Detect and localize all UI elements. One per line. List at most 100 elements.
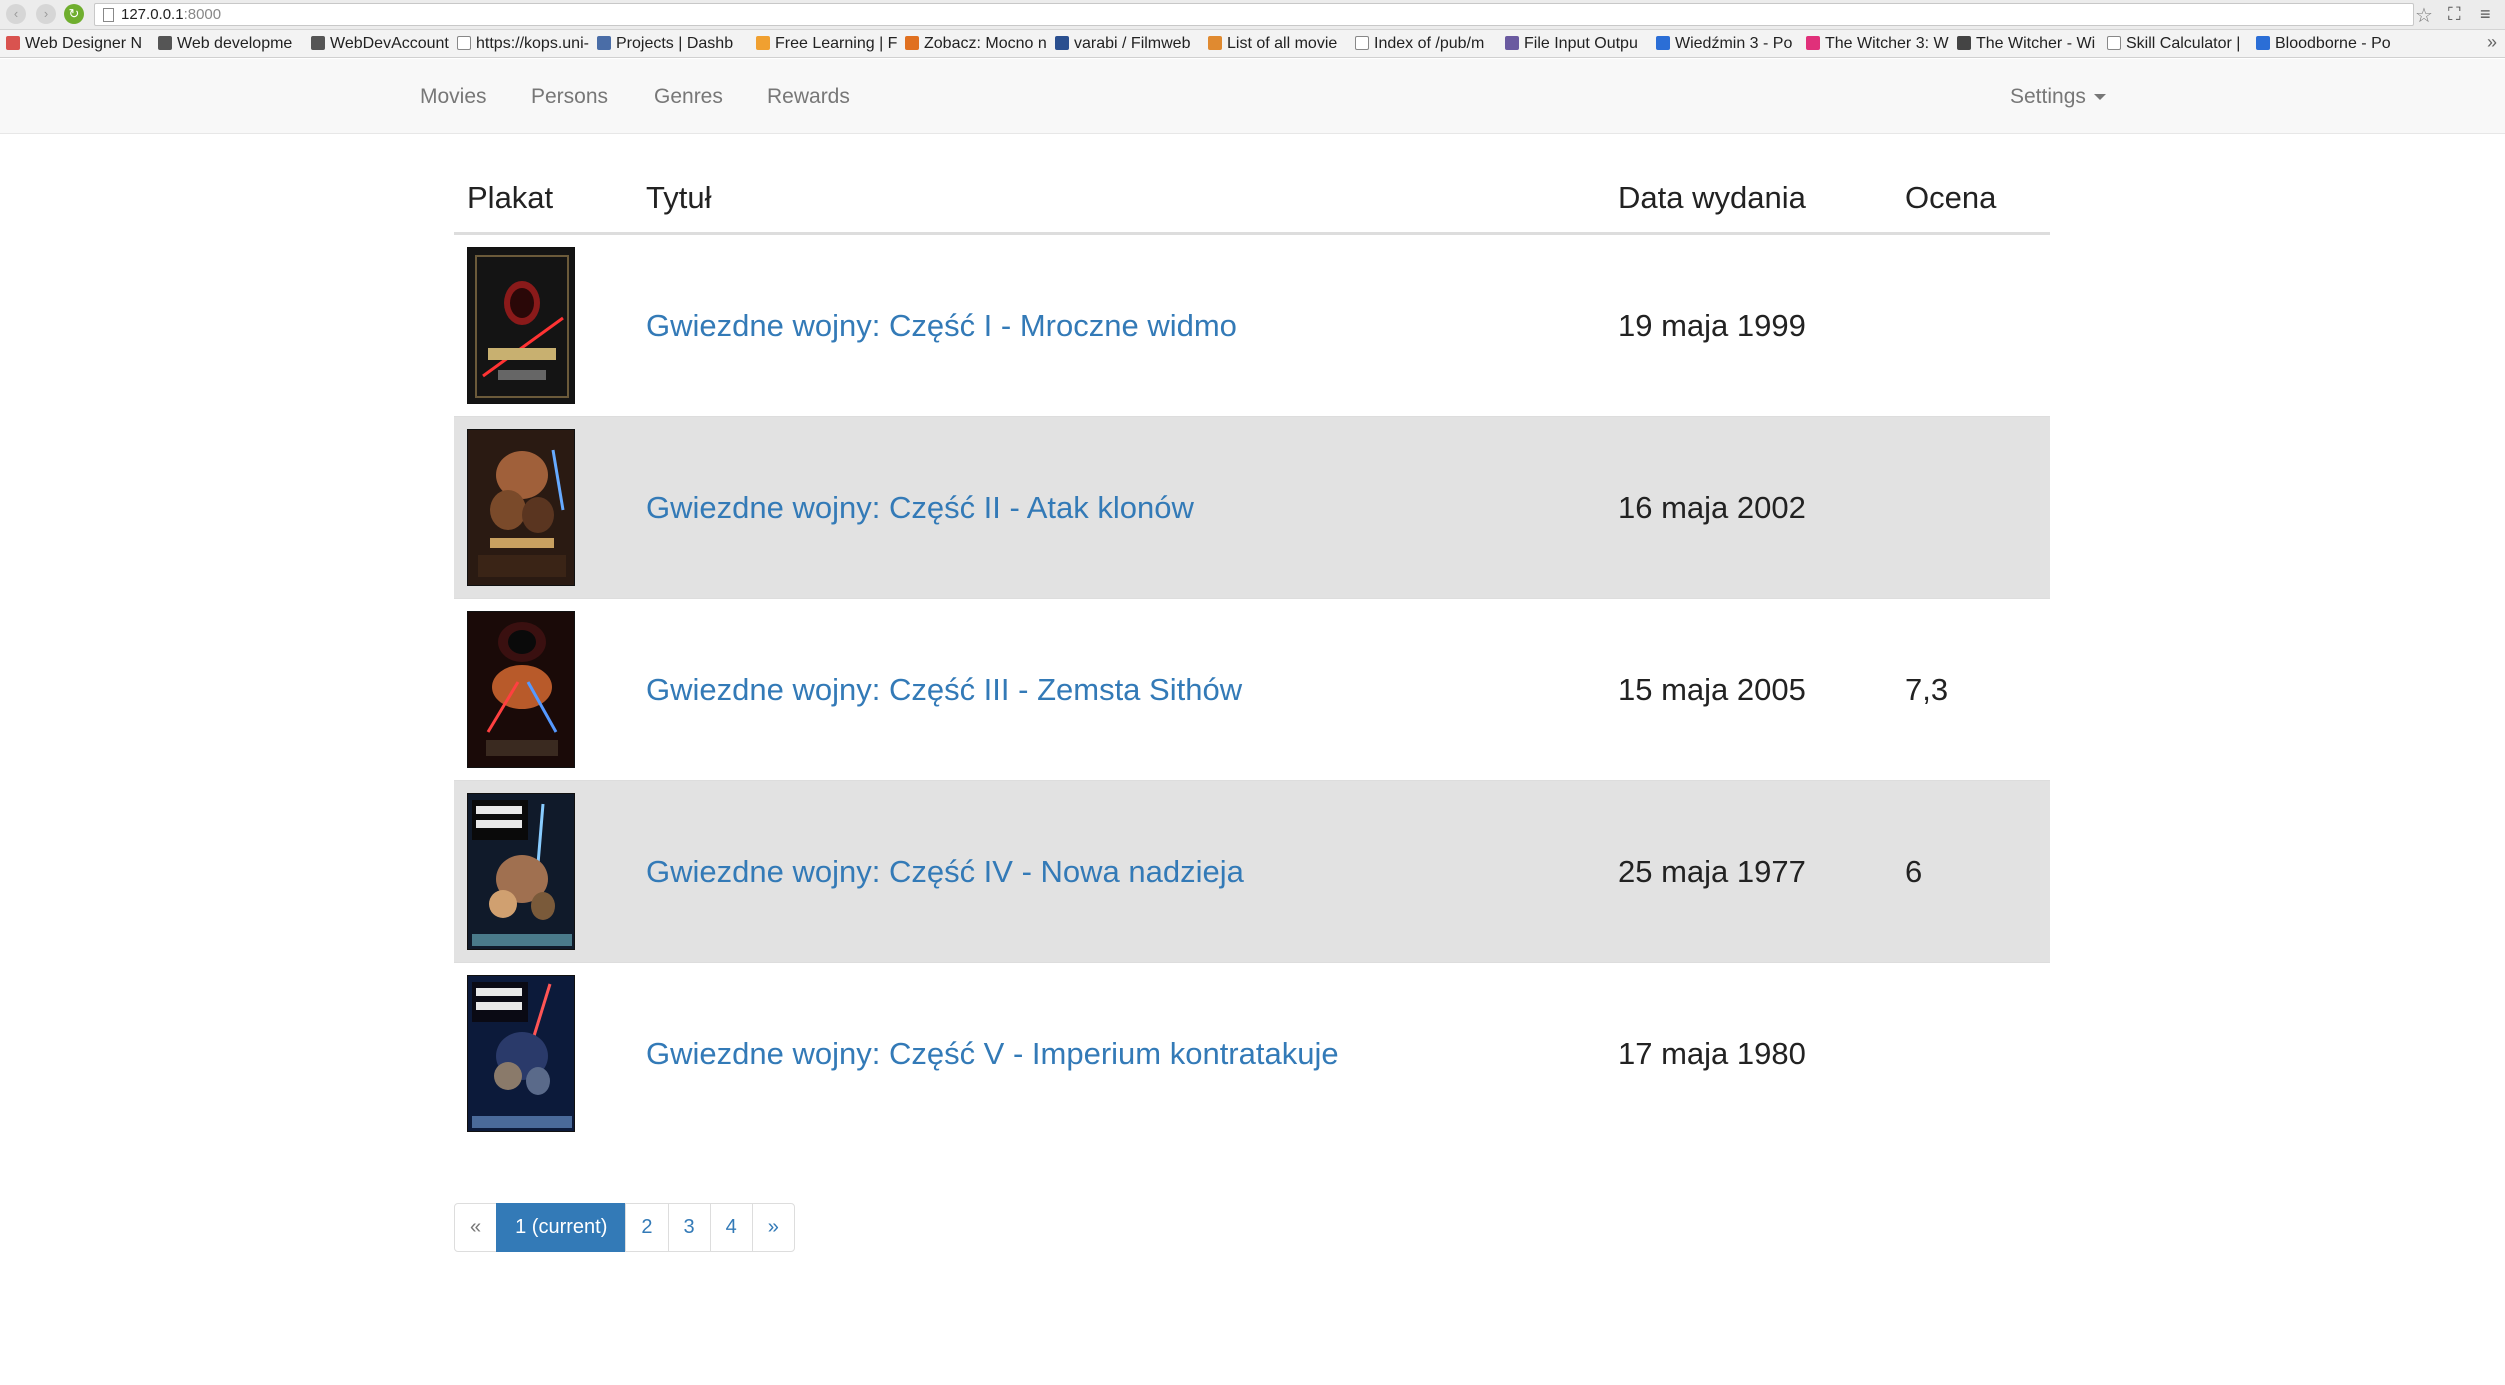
bookmark-label: https://kops.uni-: [476, 35, 589, 52]
table-row: Gwiezdne wojny: Część V - Imperium kontr…: [454, 962, 2050, 1144]
bookmark-favicon-icon: [1957, 36, 1971, 50]
url-port: :8000: [183, 6, 222, 23]
movie-title-link[interactable]: Gwiezdne wojny: Część I - Mroczne widmo: [646, 235, 1237, 417]
bookmark-label: File Input Outpu: [1524, 35, 1638, 52]
bookmark-item[interactable]: Index of /pub/m: [1355, 34, 1497, 54]
release-date: 16 maja 2002: [1618, 490, 1806, 525]
page-icon: [103, 8, 114, 22]
settings-dropdown[interactable]: Settings: [2010, 59, 2106, 134]
bookmark-label: The Witcher 3: W: [1825, 35, 1949, 52]
bookmark-favicon-icon: [1505, 36, 1519, 50]
nav-movies[interactable]: Movies: [420, 59, 487, 134]
nav-rewards[interactable]: Rewards: [767, 59, 850, 134]
bookmark-item[interactable]: WebDevAccount: [311, 34, 449, 54]
fullscreen-icon[interactable]: ⛶: [2448, 4, 2461, 25]
bookmark-label: List of all movie: [1227, 35, 1338, 52]
bookmark-label: Web Designer N: [25, 35, 143, 52]
bookmark-label: Skill Calculator |: [2126, 35, 2241, 52]
bookmark-item[interactable]: The Witcher 3: W: [1806, 34, 1949, 54]
pagination-page[interactable]: 2: [625, 1203, 669, 1252]
poster-image[interactable]: [467, 611, 575, 768]
bookmark-star-icon[interactable]: ☆: [2415, 3, 2433, 28]
bookmark-label: The Witcher - Wi: [1976, 35, 2096, 52]
bookmark-item[interactable]: Web Designer N: [6, 34, 150, 54]
nav-persons[interactable]: Persons: [531, 59, 608, 134]
table-row: Gwiezdne wojny: Część IV - Nowa nadzieja…: [454, 780, 2050, 962]
forward-icon[interactable]: ›: [36, 4, 56, 24]
bookmark-item[interactable]: Zobacz: Mocno n: [905, 34, 1047, 54]
header-release-date: Data wydania: [1618, 180, 1806, 215]
bookmark-favicon-icon: [2256, 36, 2270, 50]
browser-toolbar: ‹ › ↻ 127.0.0.1:8000 ☆ ⛶ ≡: [0, 0, 2505, 30]
rating: 7,3: [1905, 672, 1949, 707]
pagination-next[interactable]: »: [751, 1203, 795, 1252]
bookmark-label: WebDevAccount: [330, 35, 449, 52]
bookmark-label: Zobacz: Mocno n: [924, 35, 1047, 52]
bookmark-item[interactable]: List of all movie: [1208, 34, 1347, 54]
release-date: 17 maja 1980: [1618, 1036, 1806, 1071]
release-date: 19 maja 1999: [1618, 308, 1806, 343]
back-icon[interactable]: ‹: [6, 4, 26, 24]
rating: 6: [1905, 854, 1923, 889]
bookmarks-overflow-icon[interactable]: »: [2487, 32, 2497, 53]
menu-icon[interactable]: ≡: [2480, 4, 2491, 25]
table-row: Gwiezdne wojny: Część III - Zemsta Sithó…: [454, 598, 2050, 780]
navbar: Movies Persons Genres Rewards Settings: [0, 59, 2505, 134]
movie-title-link[interactable]: Gwiezdne wojny: Część II - Atak klonów: [646, 417, 1194, 599]
movie-title-link[interactable]: Gwiezdne wojny: Część III - Zemsta Sithó…: [646, 599, 1242, 781]
release-date: 15 maja 2005: [1618, 672, 1806, 707]
movie-title-link[interactable]: Gwiezdne wojny: Część IV - Nowa nadzieja: [646, 781, 1244, 963]
bookmark-item[interactable]: Free Learning | F: [756, 34, 897, 54]
bookmark-item[interactable]: File Input Outpu: [1505, 34, 1648, 54]
bookmark-favicon-icon: [1355, 36, 1369, 50]
url-host: 127.0.0.1: [121, 6, 184, 23]
header-rating: Ocena: [1905, 180, 1997, 215]
poster-image[interactable]: [467, 247, 575, 404]
reload-icon[interactable]: ↻: [64, 4, 84, 24]
bookmark-label: varabi / Filmweb: [1074, 35, 1191, 52]
address-bar[interactable]: 127.0.0.1:8000: [94, 3, 2414, 26]
bookmarks-bar: Web Designer N Web developme WebDevAccount…: [0, 30, 2505, 58]
pagination: « 1 (current) 2 3 4 »: [454, 1203, 795, 1252]
bookmark-item[interactable]: Web developme: [158, 34, 303, 54]
bookmark-favicon-icon: [1055, 36, 1069, 50]
poster-image[interactable]: [467, 793, 575, 950]
bookmark-item[interactable]: The Witcher - Wi: [1957, 34, 2099, 54]
pagination-page[interactable]: 4: [709, 1203, 753, 1252]
bookmark-favicon-icon: [6, 36, 20, 50]
bookmark-favicon-icon: [905, 36, 919, 50]
bookmark-item[interactable]: Projects | Dashb: [597, 34, 748, 54]
bookmark-item[interactable]: varabi / Filmweb: [1055, 34, 1200, 54]
bookmark-item[interactable]: Skill Calculator |: [2107, 34, 2248, 54]
bookmark-label: Web developme: [177, 35, 293, 52]
poster-image[interactable]: [467, 975, 575, 1132]
table-header: Plakat Tytuł Data wydania Ocena: [454, 168, 2050, 234]
pagination-page[interactable]: 3: [667, 1203, 711, 1252]
caret-down-icon: [2093, 94, 2106, 100]
bookmark-favicon-icon: [1806, 36, 1820, 50]
bookmark-item[interactable]: Wiedźmin 3 - Po: [1656, 34, 1798, 54]
header-title: Tytuł: [646, 180, 712, 215]
bookmark-item[interactable]: Bloodborne - Po: [2256, 34, 2462, 54]
bookmark-label: Bloodborne - Po: [2275, 35, 2391, 52]
bookmark-favicon-icon: [1208, 36, 1222, 50]
bookmark-label: Free Learning | F: [775, 35, 897, 52]
bookmark-item[interactable]: https://kops.uni-: [457, 34, 589, 54]
bookmark-favicon-icon: [597, 36, 611, 50]
table-row: Gwiezdne wojny: Część I - Mroczne widmo …: [454, 234, 2050, 416]
movie-title-link[interactable]: Gwiezdne wojny: Część V - Imperium kontr…: [646, 963, 1339, 1145]
pagination-prev[interactable]: «: [454, 1203, 498, 1252]
release-date: 25 maja 1977: [1618, 854, 1806, 889]
bookmark-label: Projects | Dashb: [616, 35, 734, 52]
bookmark-favicon-icon: [457, 36, 471, 50]
poster-image[interactable]: [467, 429, 575, 586]
pagination-page-current[interactable]: 1 (current): [496, 1203, 627, 1252]
bookmark-label: Wiedźmin 3 - Po: [1675, 35, 1793, 52]
bookmark-favicon-icon: [1656, 36, 1670, 50]
header-poster: Plakat: [467, 180, 554, 215]
nav-genres[interactable]: Genres: [654, 59, 723, 134]
bookmark-favicon-icon: [2107, 36, 2121, 50]
bookmark-favicon-icon: [158, 36, 172, 50]
bookmark-label: Index of /pub/m: [1374, 35, 1485, 52]
bookmark-favicon-icon: [311, 36, 325, 50]
